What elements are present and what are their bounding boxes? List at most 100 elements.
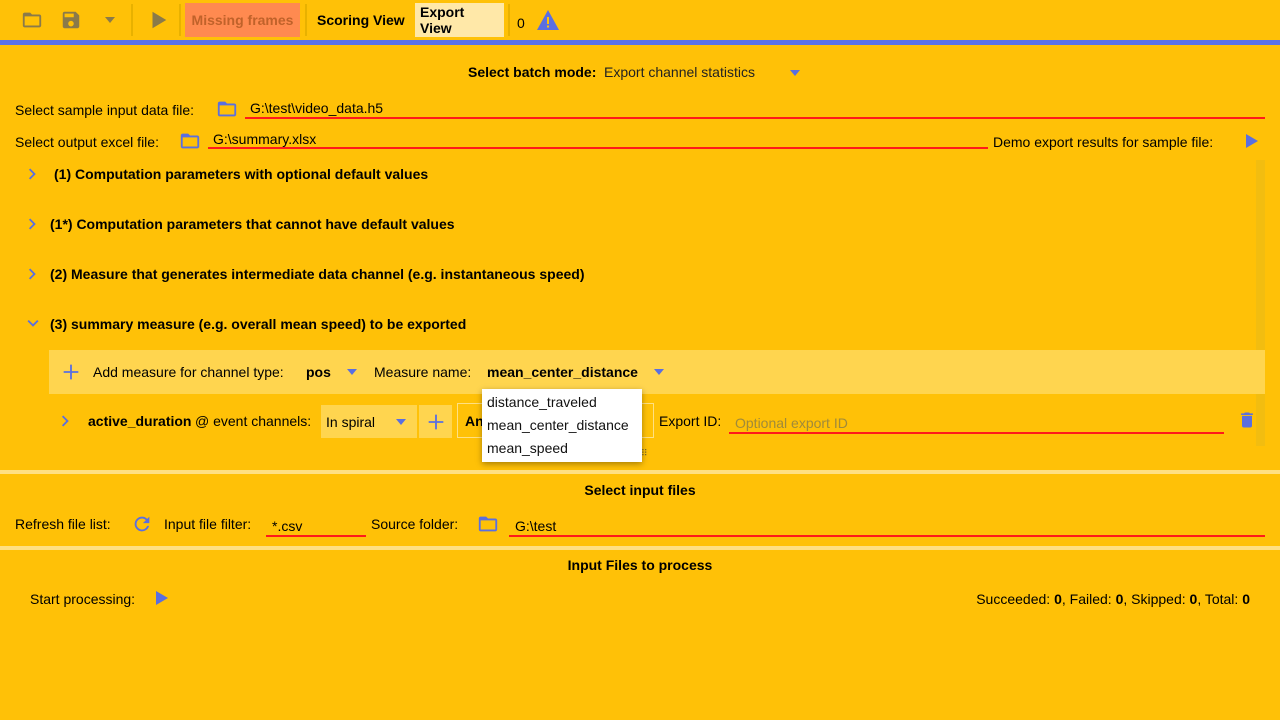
sample-input-browse-button[interactable] [215,98,241,122]
refresh-button[interactable] [131,513,153,535]
batch-mode-label: Select batch mode: [468,64,597,80]
process-heading: Input Files to process [567,557,713,573]
warning-icon [537,10,559,30]
toolbar: Missing frames Scoring View Export View … [0,0,1280,40]
chevron-down-icon [790,70,800,76]
run-button[interactable] [143,0,173,40]
input-file-filter-field[interactable]: *.csv [272,518,302,534]
section-summary-measure[interactable]: (3) summary measure (e.g. overall mean s… [22,306,466,342]
export-id-underline [729,432,1224,434]
measure-item-name: active_duration [88,413,192,429]
scoring-view-button[interactable]: Scoring View [312,3,410,37]
add-measure-button[interactable] [60,361,82,383]
output-excel-label: Select output excel file: [15,134,159,150]
folder-icon [180,133,200,149]
event-logic-value: An [465,413,484,429]
refresh-icon [134,516,150,532]
export-view-button[interactable]: Export View [415,3,504,37]
chevron-right-icon [28,168,36,180]
channel-type-select[interactable]: pos [305,358,365,386]
open-folder-button[interactable] [16,0,48,40]
save-icon [62,11,80,29]
measure-name-dropdown: distance_traveled mean_center_distance m… [482,389,642,462]
input-file-filter-label: Input file filter: [164,516,252,532]
dropdown-option-mean-speed[interactable]: mean_speed [482,437,642,460]
export-id-input[interactable]: Optional export ID [729,412,1224,432]
section-title: (2) Measure that generates intermediate … [50,266,585,282]
folder-icon [217,101,237,117]
dropdown-arrow-icon [105,17,115,23]
event-channel-value: In spiral [326,414,376,430]
section-divider [0,546,1280,550]
input-files-heading: Select input files [584,482,696,498]
start-processing-button[interactable] [154,589,172,609]
chevron-down-icon [396,419,406,425]
measure-expand-toggle[interactable] [55,410,77,432]
play-icon [156,591,168,605]
file-filter-underline [266,535,366,537]
event-channels-label: @ event channels: [195,413,312,429]
source-folder-browse-button[interactable] [476,513,500,535]
toolbar-separator [508,4,510,36]
output-excel-browse-button[interactable] [178,130,204,154]
section-required-params[interactable]: (1*) Computation parameters that cannot … [22,206,455,242]
section-title: (1*) Computation parameters that cannot … [50,216,455,232]
plus-icon [63,364,79,380]
sample-input-label: Select sample input data file: [15,102,194,118]
toolbar-separator [131,4,133,36]
failed-label: Failed: [1069,591,1112,607]
channel-type-label: Add measure for channel type: [93,364,284,380]
play-icon [152,11,167,29]
section-title: (1) Computation parameters with optional… [54,166,429,182]
succeeded-count: 0 [1054,591,1062,607]
skipped-label: Skipped: [1131,591,1186,607]
dropdown-option-distance-traveled[interactable]: distance_traveled [482,391,642,414]
section-optional-defaults[interactable]: (1) Computation parameters with optional… [22,156,428,192]
folder-open-icon [22,12,42,28]
process-summary: Succeeded: 0, Failed: 0, Skipped: 0, Tot… [976,591,1250,607]
toolbar-separator [179,4,181,36]
save-options-dropdown[interactable] [98,0,122,40]
chevron-right-icon [28,218,36,230]
start-processing-label: Start processing: [30,591,136,607]
scrollbar[interactable] [1256,160,1265,446]
batch-mode-select[interactable]: Export channel statistics [604,58,804,86]
save-button[interactable] [55,0,87,40]
succeeded-label: Succeeded: [976,591,1051,607]
total-count: 0 [1242,591,1250,607]
measure-name-label: Measure name: [374,364,472,380]
chevron-down-icon [347,369,357,375]
refresh-file-list-label: Refresh file list: [15,516,111,532]
section-title: (3) summary measure (e.g. overall mean s… [50,316,467,332]
chevron-down-icon [654,369,664,375]
source-folder-field[interactable]: G:\test [515,518,556,534]
warning-count: 0 [517,15,525,31]
chevron-down-icon [27,319,39,327]
measure-name-value: mean_center_distance [487,364,638,380]
sample-input-field[interactable]: G:\test\video_data.h5 [250,100,383,116]
toolbar-separator [305,4,307,36]
add-event-channel-button[interactable] [419,405,452,438]
section-intermediate-measure[interactable]: (2) Measure that generates intermediate … [22,256,584,292]
output-excel-underline [208,147,988,149]
delete-measure-button[interactable] [1237,409,1257,431]
trash-icon [1241,412,1253,428]
sample-input-underline [245,117,1265,119]
batch-mode-value: Export channel statistics [604,64,755,80]
measure-name-select[interactable]: mean_center_distance [487,358,672,386]
chevron-right-icon [61,415,69,427]
plus-icon [428,414,443,429]
folder-icon [478,516,498,532]
dropdown-option-mean-center-distance[interactable]: mean_center_distance [482,414,642,437]
missing-frames-button[interactable]: Missing frames [185,3,300,37]
skipped-count: 0 [1189,591,1198,607]
warnings-button[interactable] [535,0,561,40]
output-excel-field[interactable]: G:\summary.xlsx [213,131,316,147]
failed-count: 0 [1115,591,1124,607]
export-id-placeholder: Optional export ID [735,415,848,431]
demo-export-button[interactable] [1244,132,1264,152]
toolbar-divider [0,40,1280,45]
source-folder-label: Source folder: [371,516,459,532]
play-icon [1246,134,1258,148]
event-channel-select[interactable]: In spiral [321,405,417,438]
